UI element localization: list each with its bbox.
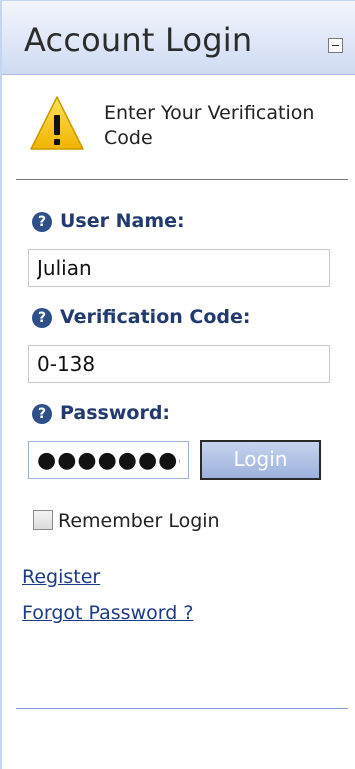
divider: [16, 708, 348, 709]
login-button[interactable]: Login: [200, 440, 321, 480]
remember-login-checkbox[interactable]: [33, 510, 53, 530]
divider: [16, 179, 348, 180]
password-label-text: Password:: [60, 402, 171, 424]
verification-notice: Enter Your Verification Code: [104, 102, 315, 149]
collapse-icon[interactable]: [328, 38, 343, 53]
password-input[interactable]: [28, 441, 189, 479]
warning-icon: [30, 96, 84, 150]
help-icon[interactable]: ?: [32, 404, 52, 424]
help-icon[interactable]: ?: [32, 212, 52, 232]
remember-login[interactable]: Remember Login: [33, 510, 220, 532]
account-login-panel: Account Login Enter Your Verification Co…: [0, 0, 355, 769]
remember-login-label: Remember Login: [58, 510, 220, 532]
username-input[interactable]: [28, 249, 330, 287]
panel-header: Account Login: [2, 1, 355, 75]
panel-title: Account Login: [24, 21, 253, 59]
password-label: ? Password:: [32, 402, 170, 424]
username-label-text: User Name:: [60, 210, 185, 232]
register-link[interactable]: Register: [22, 566, 100, 588]
username-label: ? User Name:: [32, 210, 185, 232]
help-icon[interactable]: ?: [32, 308, 52, 328]
verification-code-label-text: Verification Code:: [60, 306, 251, 328]
verification-code-input[interactable]: [28, 345, 330, 383]
forgot-password-link[interactable]: Forgot Password ?: [22, 602, 193, 624]
verification-code-label: ? Verification Code:: [32, 306, 250, 328]
